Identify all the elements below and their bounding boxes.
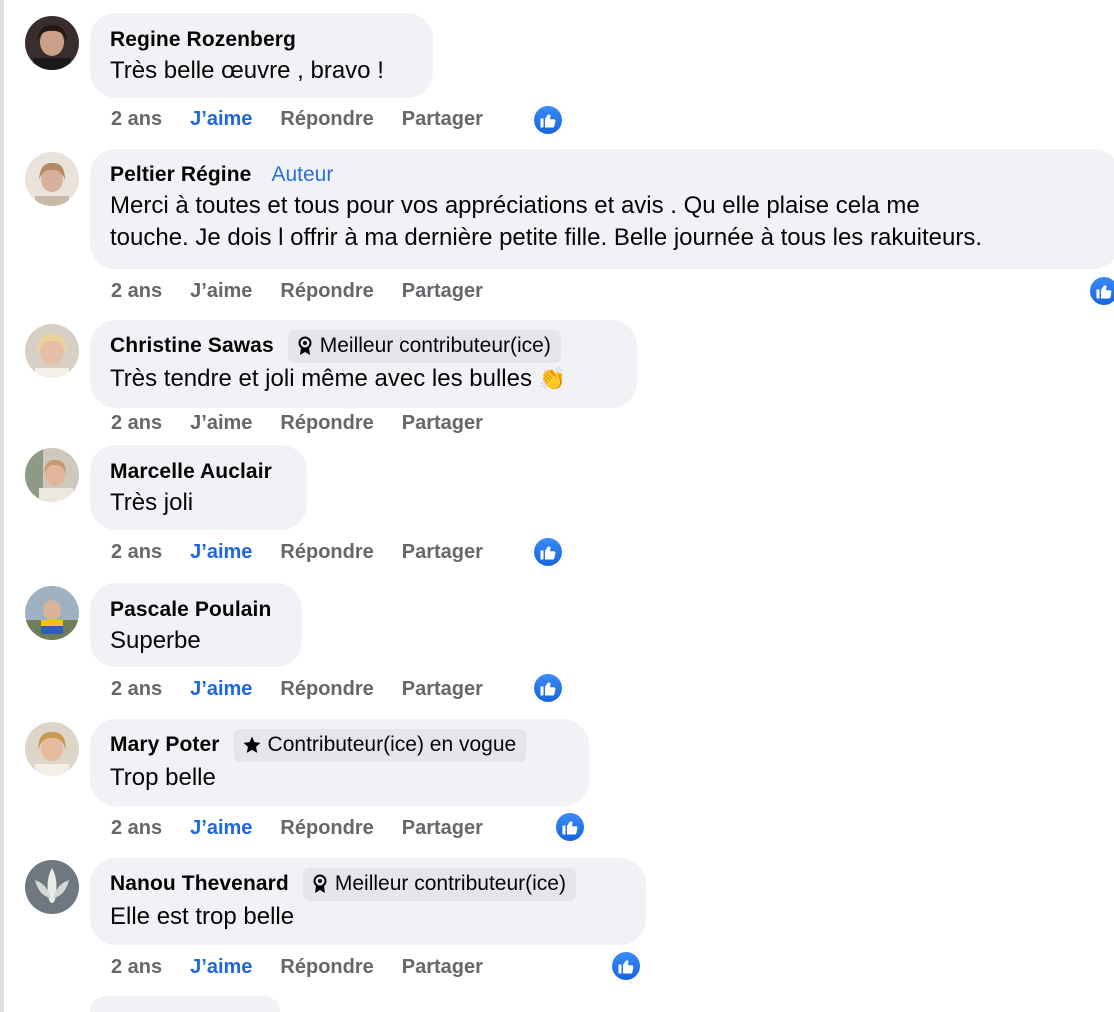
comment-text: Superbe xyxy=(110,627,201,654)
contributor-badge[interactable]: Meilleur contributeur(ice) xyxy=(287,329,561,363)
thumbs-up-icon[interactable] xyxy=(532,104,564,136)
author-tag: Auteur xyxy=(271,163,334,186)
author-name[interactable]: Mary Poter xyxy=(110,733,220,757)
like-button[interactable]: J’aime xyxy=(190,956,252,979)
timestamp[interactable]: 2 ans xyxy=(111,412,162,435)
author-name[interactable]: Regine Rozenberg xyxy=(110,28,296,52)
badge-label: Meilleur contributeur(ice) xyxy=(334,872,566,895)
thumbs-up-icon[interactable] xyxy=(1088,275,1114,307)
author-name[interactable]: Christine Sawas xyxy=(110,334,274,358)
thumbs-up-icon[interactable] xyxy=(532,672,564,704)
comment-actions: 2 ans J’aime Répondre Partager xyxy=(111,541,511,564)
badge-label: Contributeur(ice) en vogue xyxy=(267,733,517,756)
comment-text-content: Très tendre et joli même avec les bulles xyxy=(110,365,532,392)
avatar[interactable] xyxy=(25,324,79,378)
reply-button[interactable]: Répondre xyxy=(280,108,373,131)
comment-actions: 2 ans J’aime Répondre Partager xyxy=(111,678,511,701)
share-button[interactable]: Partager xyxy=(402,956,483,979)
reply-button[interactable]: Répondre xyxy=(280,412,373,435)
badge-label: Meilleur contributeur(ice) xyxy=(319,334,551,357)
timestamp[interactable]: 2 ans xyxy=(111,280,162,303)
share-button[interactable]: Partager xyxy=(402,108,483,131)
star-icon xyxy=(242,735,262,755)
author-name[interactable]: Marcelle Auclair xyxy=(110,460,272,484)
reply-button[interactable]: Répondre xyxy=(280,678,373,701)
reply-button[interactable]: Répondre xyxy=(280,280,373,303)
clapping-emoji: 👏 xyxy=(538,366,567,391)
author-name[interactable]: Peltier Régine xyxy=(110,163,251,187)
reply-button[interactable]: Répondre xyxy=(280,956,373,979)
comment-actions: 2 ans J’aime Répondre Partager xyxy=(111,817,511,840)
share-button[interactable]: Partager xyxy=(402,678,483,701)
like-button[interactable]: J’aime xyxy=(190,280,252,303)
comment-actions: 2 ans J’aime Répondre Partager xyxy=(111,280,511,303)
share-button[interactable]: Partager xyxy=(402,412,483,435)
comment-bubble xyxy=(90,996,280,1012)
award-ribbon-icon xyxy=(296,336,314,356)
contributor-badge[interactable]: Contributeur(ice) en vogue xyxy=(233,728,527,762)
share-button[interactable]: Partager xyxy=(402,280,483,303)
comment-bubble: Marcelle Auclair Très joli xyxy=(90,445,307,530)
reply-button[interactable]: Répondre xyxy=(280,817,373,840)
contributor-badge[interactable]: Meilleur contributeur(ice) xyxy=(302,867,576,901)
reply-button[interactable]: Répondre xyxy=(280,541,373,564)
thumbs-up-icon[interactable] xyxy=(610,950,642,982)
avatar[interactable] xyxy=(25,722,79,776)
comment-actions: 2 ans J’aime Répondre Partager xyxy=(111,108,511,131)
thumbs-up-icon[interactable] xyxy=(532,536,564,568)
share-button[interactable]: Partager xyxy=(402,817,483,840)
avatar[interactable] xyxy=(25,860,79,914)
like-button[interactable]: J’aime xyxy=(190,541,252,564)
like-button[interactable]: J’aime xyxy=(190,817,252,840)
comment-text: Très joli xyxy=(110,489,194,516)
comment-bubble: Pascale Poulain Superbe xyxy=(90,583,302,667)
timestamp[interactable]: 2 ans xyxy=(111,108,162,131)
timestamp[interactable]: 2 ans xyxy=(111,956,162,979)
timestamp[interactable]: 2 ans xyxy=(111,817,162,840)
like-button[interactable]: J’aime xyxy=(190,678,252,701)
timestamp[interactable]: 2 ans xyxy=(111,541,162,564)
avatar[interactable] xyxy=(25,586,79,640)
share-button[interactable]: Partager xyxy=(402,541,483,564)
comment-bubble: Christine Sawas Meilleur contributeur(ic… xyxy=(90,320,637,408)
timestamp[interactable]: 2 ans xyxy=(111,678,162,701)
comment-actions: 2 ans J’aime Répondre Partager xyxy=(111,412,511,435)
comment-bubble: Peltier Régine Auteur Merci à toutes et … xyxy=(90,149,1114,269)
comment-text: Très belle œuvre , bravo ! xyxy=(110,57,384,84)
author-name[interactable]: Nanou Thevenard xyxy=(110,872,289,896)
comment-actions: 2 ans J’aime Répondre Partager xyxy=(111,956,511,979)
award-ribbon-icon xyxy=(311,874,329,894)
comment-text: Trop belle xyxy=(110,764,216,791)
comment-text: Elle est trop belle xyxy=(110,903,295,930)
comment-text: touche. Je dois l offrir à ma dernière p… xyxy=(110,224,983,251)
comment-text: Très tendre et joli même avec les bulles… xyxy=(110,363,617,395)
avatar[interactable] xyxy=(25,998,79,1012)
comment-bubble: Regine Rozenberg Très belle œuvre , brav… xyxy=(90,13,433,98)
comment-bubble: Nanou Thevenard Meilleur contributeur(ic… xyxy=(90,858,646,945)
like-button[interactable]: J’aime xyxy=(190,108,252,131)
comment-bubble: Mary Poter Contributeur(ice) en vogue Tr… xyxy=(90,719,589,806)
avatar[interactable] xyxy=(25,16,79,70)
comment-text: Merci à toutes et tous pour vos apprécia… xyxy=(110,192,920,219)
author-name[interactable]: Pascale Poulain xyxy=(110,598,271,622)
like-button[interactable]: J’aime xyxy=(190,412,252,435)
thumbs-up-icon[interactable] xyxy=(554,811,586,843)
avatar[interactable] xyxy=(25,448,79,502)
avatar[interactable] xyxy=(25,152,79,206)
thread-divider xyxy=(0,0,4,1012)
